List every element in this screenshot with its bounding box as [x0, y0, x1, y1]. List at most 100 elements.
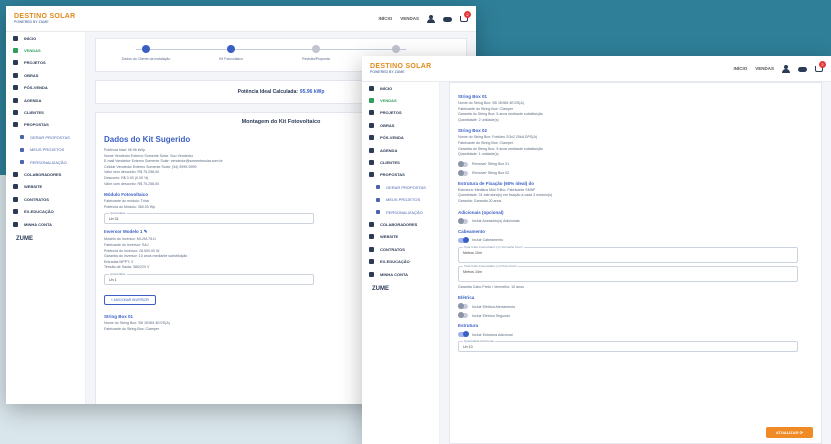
user-icon[interactable]	[427, 14, 435, 23]
remove-sb02-switch[interactable]	[458, 169, 468, 176]
module-quantity-value: Un 31	[109, 217, 119, 222]
w2-sidebar-label-11: Colaboradores	[380, 221, 418, 227]
sidebar-item-5[interactable]: Agenda	[6, 94, 85, 106]
remove-sb01-switch[interactable]	[458, 160, 468, 167]
refresh-icon: ⟳	[799, 430, 803, 435]
w2-sidebar-item-3[interactable]: Obras	[362, 119, 439, 131]
step-1-label: Dados do Cliente da Instalação	[121, 57, 171, 61]
dollar-icon	[369, 98, 374, 104]
contract-icon	[13, 196, 18, 202]
w2-sidebar-item-14[interactable]: Ex-educação	[362, 255, 439, 267]
cable-switch[interactable]	[458, 236, 469, 243]
structure-title: Estrutura de Fixação (60% ideal) do	[458, 180, 535, 186]
structure-quantity-field[interactable]: Quantidade Estruturas Un 10	[458, 339, 798, 353]
brand-logo[interactable]: DESTINO SOLAR POWERED BY ZUME	[14, 13, 75, 25]
sidebar-item-4[interactable]: Pós-venda	[6, 82, 85, 94]
sidebar-2: Início Vendas Projetos Obras Pós-venda Agenda…	[362, 82, 440, 444]
globe-icon	[13, 184, 18, 190]
w2-sidebar-item-5[interactable]: Agenda	[362, 144, 439, 156]
sb02-lines: Nome do String Box: Fortidec 2/3x2 20kA …	[458, 135, 813, 157]
brand-line2: POWERED BY ZUME	[14, 19, 49, 24]
sidebar-item-1[interactable]: Vendas	[6, 44, 85, 56]
structure2-title: Estrutura	[458, 323, 479, 329]
w2-sidebar-item-6[interactable]: Clientes	[362, 156, 439, 168]
sidebar-item-6[interactable]: Clientes	[6, 106, 85, 118]
w2-sidebar-item-11[interactable]: Colaboradores	[362, 218, 439, 230]
folder-icon	[20, 147, 24, 152]
w2-sidebar-item-7[interactable]: Propostas	[362, 169, 439, 181]
w2-sidebar-item-9[interactable]: Meus projetos	[362, 194, 439, 206]
w2-sidebar-item-12[interactable]: Website	[362, 231, 439, 243]
extras-toggle[interactable]: Incluir Acessório(s) Adicionais	[458, 217, 813, 224]
step-3[interactable]: Revisão/Proposta	[286, 45, 346, 61]
sidebar-item-14[interactable]: Ex-educação	[6, 205, 85, 217]
add-inverter-button[interactable]: + ADICIONAR INVERSOR	[104, 294, 156, 305]
nav-vendas-link[interactable]: VENDAS	[400, 16, 419, 21]
w2-sidebar-item-8[interactable]: Gerar propostas	[362, 181, 439, 193]
inverter-quantity-label: Quantidade	[109, 271, 127, 276]
structure-extra-toggle[interactable]: Incluir Estrutura Adicional	[458, 331, 813, 338]
w2-sidebar-item-1[interactable]: Vendas	[362, 94, 439, 106]
inverter-quantity-field[interactable]: Quantidade Un 1	[104, 271, 314, 285]
sidebar-item-12[interactable]: Website	[6, 181, 85, 193]
structure-extra-switch[interactable]	[458, 331, 469, 338]
sidebar-label-1: Vendas	[24, 48, 41, 54]
w2-sidebar-item-13[interactable]: Contratos	[362, 243, 439, 255]
doc-icon	[376, 185, 380, 190]
update-button-label: ATUALIZAR	[775, 430, 799, 435]
w2-sidebar-item-15[interactable]: Minha conta	[362, 268, 439, 280]
cable-red-field[interactable]: Total Cabo Fotovoltaico (m) Vermelho 6mm…	[458, 244, 798, 263]
nav-inicio-link-2[interactable]: INÍCIO	[733, 66, 747, 71]
step-1[interactable]: Dados do Cliente da Instalação	[116, 45, 176, 61]
extras-label: Incluir Acessório(s) Adicionais	[472, 219, 520, 224]
electric-second-switch[interactable]	[458, 312, 468, 319]
book-icon	[369, 259, 374, 265]
sidebar-item-15[interactable]: Minha conta	[6, 218, 85, 230]
sidebar-item-9[interactable]: Meus projetos	[6, 144, 85, 156]
user-icon-2[interactable]	[782, 64, 790, 73]
sidebar-item-2[interactable]: Projetos	[6, 57, 85, 69]
zume-logo: ZUME	[16, 236, 33, 243]
cloud-icon[interactable]	[443, 17, 452, 22]
brand-line1-2: DESTINO SOLAR	[370, 62, 432, 70]
extras-switch[interactable]	[458, 217, 468, 224]
update-button[interactable]: ATUALIZAR ⟳	[765, 427, 813, 438]
electric-ground-toggle[interactable]: Incluir Elétrica Aterramento	[458, 303, 813, 310]
w2-sidebar-item-0[interactable]: Início	[362, 82, 439, 94]
step-2[interactable]: Kit Fotovoltaico	[201, 45, 261, 61]
cable-title: Cabeamento	[458, 228, 486, 234]
top-nav-2: INÍCIO VENDAS 2	[733, 60, 826, 73]
sidebar-item-0[interactable]: Início	[6, 32, 85, 44]
w2-sidebar-label-3: Obras	[380, 122, 395, 128]
cable-black-field[interactable]: Total Cabo Fotovoltaico (m) Preto 6mm² M…	[458, 263, 798, 282]
calendar-icon	[13, 97, 18, 103]
power-value: 95.96 kWp	[299, 89, 325, 95]
cart-icon[interactable]: 2	[460, 10, 471, 22]
remove-sb01-toggle[interactable]: Remover String Box 01	[458, 160, 813, 167]
sidebar-item-11[interactable]: Colaboradores	[6, 168, 85, 180]
cable-toggle[interactable]: Incluir Cabeamento	[458, 236, 813, 243]
remove-sb02-toggle[interactable]: Remover String Box 02	[458, 169, 813, 176]
structure-quantity-value: Un 10	[463, 345, 473, 350]
sidebar-item-10[interactable]: Personalização	[6, 156, 85, 168]
brand-logo-2[interactable]: DESTINO SOLAR POWERED BY ZUME	[370, 63, 431, 75]
list-icon	[13, 122, 18, 128]
chart-icon	[369, 110, 374, 116]
cloud-icon-2[interactable]	[798, 67, 807, 72]
module-quantity-field[interactable]: Quantidade Un 31	[104, 211, 314, 225]
cable-label: Incluir Cabeamento	[472, 238, 504, 243]
step-4-dot	[392, 45, 400, 53]
electric-ground-switch[interactable]	[458, 303, 468, 310]
sidebar-item-7[interactable]: Propostas	[6, 119, 85, 131]
sidebar-item-8[interactable]: Gerar propostas	[6, 131, 85, 143]
nav-inicio-link[interactable]: INÍCIO	[378, 16, 392, 21]
w2-sidebar-item-2[interactable]: Projetos	[362, 107, 439, 119]
w2-sidebar-item-10[interactable]: Personalização	[362, 206, 439, 218]
electric-second-toggle[interactable]: Incluir Elétrica Segundo	[458, 312, 813, 319]
edit-icon[interactable]: ✎	[144, 229, 148, 234]
w2-sidebar-item-4[interactable]: Pós-venda	[362, 132, 439, 144]
sidebar-item-3[interactable]: Obras	[6, 69, 85, 81]
nav-vendas-link-2[interactable]: VENDAS	[755, 66, 774, 71]
sidebar-item-13[interactable]: Contratos	[6, 193, 85, 205]
cart-icon-2[interactable]: 2	[815, 60, 826, 72]
